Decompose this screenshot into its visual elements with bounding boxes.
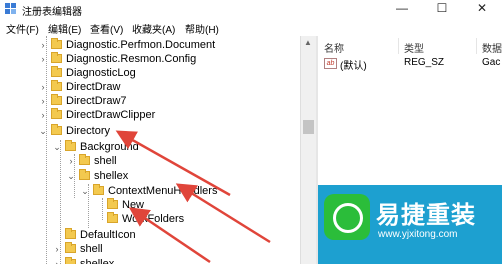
menu-favorites[interactable]: 收藏夹(A) — [132, 21, 175, 36]
scroll-up-icon[interactable]: ▲ — [304, 38, 312, 47]
menu-help[interactable]: 帮助(H) — [185, 21, 219, 36]
expand-arrow-icon[interactable]: › — [38, 108, 48, 122]
folder-icon — [51, 38, 62, 49]
folder-icon — [79, 169, 90, 180]
watermark-banner: 易捷重装 www.yjxitong.com — [318, 185, 502, 264]
close-button[interactable]: ✕ — [462, 0, 502, 18]
expand-arrow-icon[interactable]: › — [66, 154, 76, 168]
column-header-data[interactable]: 数据 — [482, 40, 502, 55]
collapse-arrow-icon[interactable]: ⌄ — [66, 169, 76, 183]
value-type: REG_SZ — [404, 57, 445, 68]
watermark-logo-icon — [324, 194, 370, 240]
tree-item-label: DefaultIcon — [80, 229, 136, 241]
tree-guide-line — [46, 36, 47, 264]
minimize-button[interactable]: — — [382, 0, 422, 18]
tree-item-label: DirectDraw7 — [66, 95, 127, 107]
tree-item-label: WorkFolders — [122, 213, 185, 225]
tree-item-label: Diagnostic.Resmon.Config — [66, 53, 197, 65]
collapse-arrow-icon[interactable]: ⌄ — [38, 124, 48, 138]
tree-item-label: New — [122, 199, 145, 211]
expand-arrow-icon[interactable]: › — [38, 80, 48, 94]
expand-arrow-icon[interactable]: › — [38, 94, 48, 108]
tree-item-label: Directory — [66, 125, 111, 137]
maximize-button[interactable]: ☐ — [422, 0, 462, 18]
tree-item-label: Diagnostic.Perfmon.Document — [66, 39, 216, 51]
tree-item-label: DirectDrawClipper — [66, 109, 156, 121]
tree-item-label: Background — [80, 141, 139, 153]
column-header-type[interactable]: 类型 — [404, 40, 424, 55]
expand-arrow-icon[interactable]: › — [38, 52, 48, 66]
expand-arrow-icon[interactable]: › — [52, 257, 62, 264]
scrollbar-thumb[interactable] — [303, 120, 314, 134]
folder-icon — [51, 52, 62, 63]
menu-edit[interactable]: 编辑(E) — [48, 21, 81, 36]
tree-item-label: DiagnosticLog — [66, 67, 136, 79]
tree-item-label: shellex — [94, 170, 129, 182]
folder-icon — [107, 198, 118, 209]
folder-icon — [51, 94, 62, 105]
value-data: Gac — [482, 57, 501, 68]
folder-icon — [51, 108, 62, 119]
expand-arrow-icon[interactable]: › — [52, 242, 62, 256]
folder-icon — [65, 257, 76, 264]
collapse-arrow-icon[interactable]: ⌄ — [80, 184, 90, 198]
menu-file[interactable]: 文件(F) — [6, 21, 39, 36]
expand-arrow-icon[interactable]: › — [38, 38, 48, 52]
key-tree[interactable]: › Diagnostic.Perfmon.Document › Diagnost… — [0, 36, 300, 264]
watermark-title: 易捷重装 — [376, 202, 476, 229]
folder-icon — [51, 66, 62, 77]
folder-icon — [79, 154, 90, 165]
folder-icon — [107, 212, 118, 223]
value-name: (默认) — [340, 61, 367, 72]
tree-item-label: shell — [94, 155, 117, 167]
watermark-url: www.yjxitong.com — [378, 229, 458, 240]
folder-icon — [93, 184, 104, 195]
tree-scrollbar[interactable]: ▲ — [300, 36, 316, 264]
column-divider[interactable] — [398, 38, 399, 54]
folder-icon — [65, 228, 76, 239]
tree-item-label: shellex — [80, 258, 115, 264]
menu-view[interactable]: 查看(V) — [90, 21, 123, 36]
folder-icon — [65, 242, 76, 253]
column-header-name[interactable]: 名称 — [324, 40, 344, 55]
tree-guide-line — [102, 198, 103, 220]
tree-item-label: shell — [80, 243, 103, 255]
registry-editor-icon — [5, 3, 16, 14]
window-title: 注册表编辑器 — [22, 7, 82, 18]
collapse-arrow-icon[interactable]: ⌄ — [52, 140, 62, 154]
menu-bar: 文件(F) 编辑(E) 查看(V) 收藏夹(A) 帮助(H) — [0, 18, 502, 36]
tree-item-label: ContextMenuHandlers — [108, 185, 218, 197]
folder-icon — [51, 80, 62, 91]
title-bar: 注册表编辑器 — ☐ ✕ — [0, 0, 502, 18]
folder-icon — [65, 140, 76, 151]
string-value-icon: ab — [324, 58, 337, 69]
column-divider[interactable] — [476, 38, 477, 54]
folder-icon — [51, 124, 62, 135]
tree-item-label: DirectDraw — [66, 81, 121, 93]
